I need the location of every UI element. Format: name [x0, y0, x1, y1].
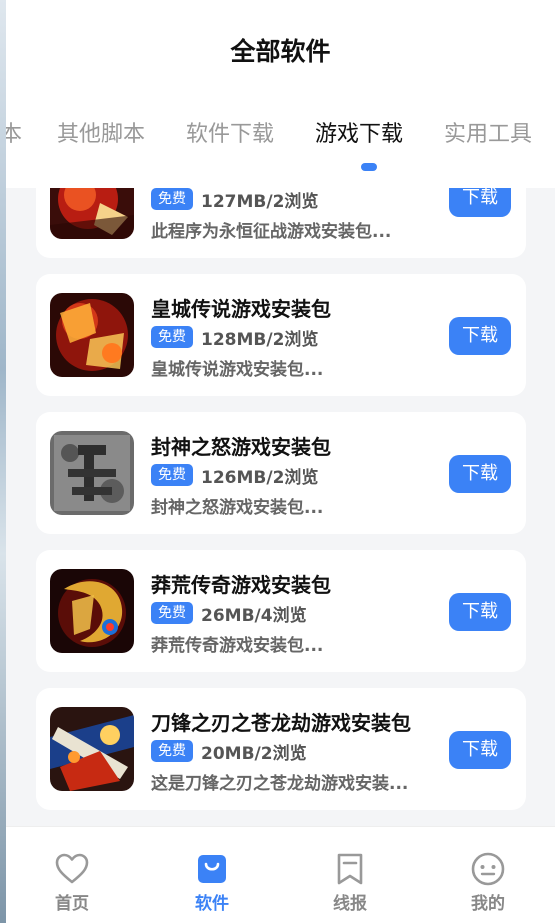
page-header: 全部软件 本 其他脚本 软件下载 游戏下载 实用工具: [0, 0, 555, 188]
item-name: 莽荒传奇游戏安装包: [151, 573, 331, 597]
download-button[interactable]: 下载: [449, 188, 511, 217]
item-description: 莽荒传奇游戏安装包...: [151, 636, 324, 656]
nav-label: 线报: [333, 894, 367, 914]
item-meta: 免费 128MB/2浏览: [151, 325, 319, 350]
tab-software-download[interactable]: 软件下载: [186, 116, 274, 148]
smile-icon: [471, 852, 505, 886]
nav-software[interactable]: 软件: [172, 827, 252, 923]
game-thumb-fengshenzhinu-icon: [50, 431, 134, 515]
free-badge: 免费: [151, 464, 193, 486]
item-name: 封神之怒游戏安装包: [151, 435, 331, 459]
item-stats: 128MB/2浏览: [201, 329, 319, 350]
bag-icon: [198, 855, 226, 883]
nav-label: 我的: [471, 894, 505, 914]
item-description: 这是刀锋之刃之苍龙劫游戏安装...: [151, 774, 409, 794]
tab-utilities[interactable]: 实用工具: [444, 116, 532, 148]
item-stats: 26MB/4浏览: [201, 605, 307, 626]
download-button[interactable]: 下载: [449, 731, 511, 769]
background-edge-strip: [0, 0, 6, 923]
item-stats: 126MB/2浏览: [201, 467, 319, 488]
item-meta: 免费 26MB/4浏览: [151, 601, 307, 626]
bookmark-icon: [337, 853, 363, 885]
list-item[interactable]: 刀锋之刃之苍龙劫游戏安装包 免费 20MB/2浏览 这是刀锋之刃之苍龙劫游戏安装…: [36, 688, 526, 810]
list-item[interactable]: 封神之怒游戏安装包 免费 126MB/2浏览 封神之怒游戏安装包... 下载: [36, 412, 526, 534]
item-meta: 免费 126MB/2浏览: [151, 463, 319, 488]
item-stats: 20MB/2浏览: [201, 743, 307, 764]
bottom-navigation: 首页 软件 线报 我的: [6, 826, 555, 923]
nav-profile[interactable]: 我的: [448, 827, 528, 923]
category-tabs: 本 其他脚本 软件下载 游戏下载 实用工具: [0, 116, 555, 156]
download-button[interactable]: 下载: [449, 593, 511, 631]
free-badge: 免费: [151, 188, 193, 210]
active-tab-indicator: [361, 163, 377, 171]
nav-label: 首页: [55, 894, 89, 914]
nav-label: 软件: [195, 894, 229, 914]
item-meta: 免费 20MB/2浏览: [151, 739, 307, 764]
list-item[interactable]: 皇城传说游戏安装包 免费 128MB/2浏览 皇城传说游戏安装包... 下载: [36, 274, 526, 396]
game-thumb-manghuangchuanqi-icon: [50, 569, 134, 653]
item-description: 此程序为永恒征战游戏安装包...: [151, 222, 392, 242]
tab-game-download[interactable]: 游戏下载: [315, 116, 403, 148]
game-thumb-yonghengzhengzhan-icon: [50, 188, 134, 239]
item-description: 封神之怒游戏安装包...: [151, 498, 324, 518]
item-name: 皇城传说游戏安装包: [151, 297, 331, 321]
heart-icon: [55, 853, 89, 884]
item-description: 皇城传说游戏安装包...: [151, 360, 324, 380]
free-badge: 免费: [151, 326, 193, 348]
nav-news[interactable]: 线报: [310, 827, 390, 923]
item-stats: 127MB/2浏览: [201, 191, 319, 212]
list-item[interactable]: 莽荒传奇游戏安装包 免费 26MB/4浏览 莽荒传奇游戏安装包... 下载: [36, 550, 526, 672]
nav-home[interactable]: 首页: [32, 827, 112, 923]
software-list: 免费 127MB/2浏览 此程序为永恒征战游戏安装包... 下载 皇城传说游戏安…: [6, 188, 555, 826]
item-name: 刀锋之刃之苍龙劫游戏安装包: [151, 711, 411, 735]
download-button[interactable]: 下载: [449, 317, 511, 355]
download-button[interactable]: 下载: [449, 455, 511, 493]
tab-other-scripts[interactable]: 其他脚本: [57, 116, 145, 148]
game-thumb-daofengzhiren-icon: [50, 707, 134, 791]
item-meta: 免费 127MB/2浏览: [151, 188, 319, 212]
free-badge: 免费: [151, 602, 193, 624]
list-item[interactable]: 免费 127MB/2浏览 此程序为永恒征战游戏安装包... 下载: [36, 188, 526, 258]
page-title: 全部软件: [230, 37, 331, 66]
free-badge: 免费: [151, 740, 193, 762]
game-thumb-huangchengchuanshuo-icon: [50, 293, 134, 377]
